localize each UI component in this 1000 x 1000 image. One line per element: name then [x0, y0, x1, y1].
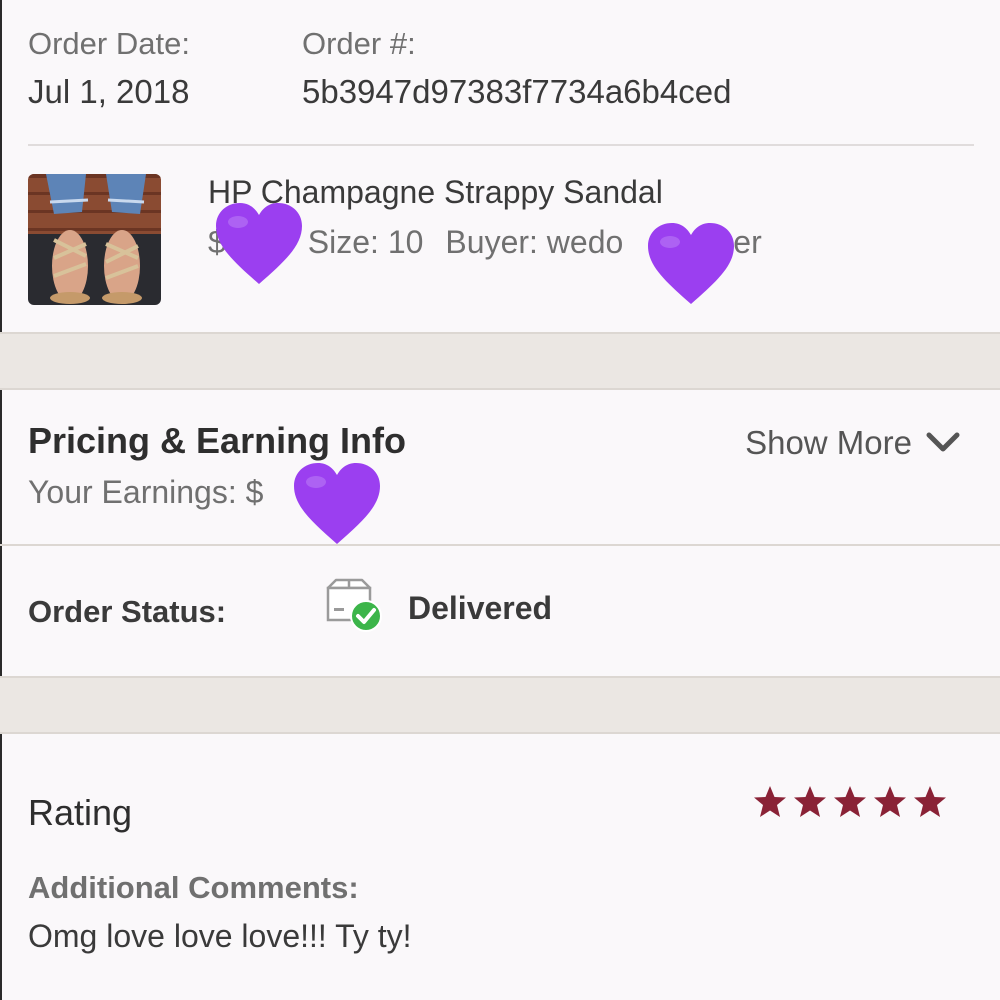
pricing-section: Pricing & Earning Info Your Earnings: $ …: [0, 390, 1000, 544]
item-thumbnail[interactable]: [28, 174, 161, 305]
earnings-label: Your Earnings: $: [28, 474, 264, 510]
comments-label: Additional Comments:: [28, 870, 359, 905]
show-more-button[interactable]: Show More: [745, 424, 960, 462]
chevron-down-icon: [926, 432, 960, 452]
star-icon: [754, 786, 786, 817]
order-date: Order Date: Jul 1, 2018: [28, 22, 190, 118]
rating-title: Rating: [28, 792, 133, 833]
star-icon: [874, 786, 906, 817]
section-separator: [0, 332, 1000, 390]
item-buyer-suffix: er: [733, 224, 762, 260]
star-icon: [834, 786, 866, 817]
heart-emoji-icon: [294, 463, 380, 544]
delivered-box-icon: [326, 578, 382, 632]
show-more-label: Show More: [745, 424, 912, 461]
heart-emoji-icon: [648, 223, 734, 304]
item-size: Size: 10: [307, 224, 424, 260]
pricing-title: Pricing & Earning Info: [28, 420, 407, 461]
order-status-label: Order Status:: [28, 594, 227, 629]
order-number-value: 5b3947d97383f7734a6b4ced: [302, 73, 732, 110]
heart-emoji-icon: [216, 203, 302, 284]
order-date-value: Jul 1, 2018: [28, 73, 190, 110]
order-number-label: Order #:: [302, 26, 416, 61]
star-icon: [794, 786, 826, 817]
section-separator: [0, 676, 1000, 734]
comments-text: Omg love love love!!! Ty ty!: [28, 918, 412, 954]
order-status-row: Order Status: Delivered: [0, 546, 1000, 676]
item-buyer[interactable]: Buyer: wedo: [445, 224, 623, 260]
star-icon: [914, 786, 946, 817]
order-date-label: Order Date:: [28, 26, 190, 61]
rating-stars: [752, 784, 948, 820]
order-header: Order Date: Jul 1, 2018 Order #: 5b3947d…: [28, 22, 1000, 142]
order-item[interactable]: HP Champagne Strappy Sandal $ Size: 10 Buy…: [0, 146, 1000, 332]
order-number: Order #: 5b3947d97383f7734a6b4ced: [302, 22, 731, 118]
order-status-value: Delivered: [408, 590, 553, 626]
